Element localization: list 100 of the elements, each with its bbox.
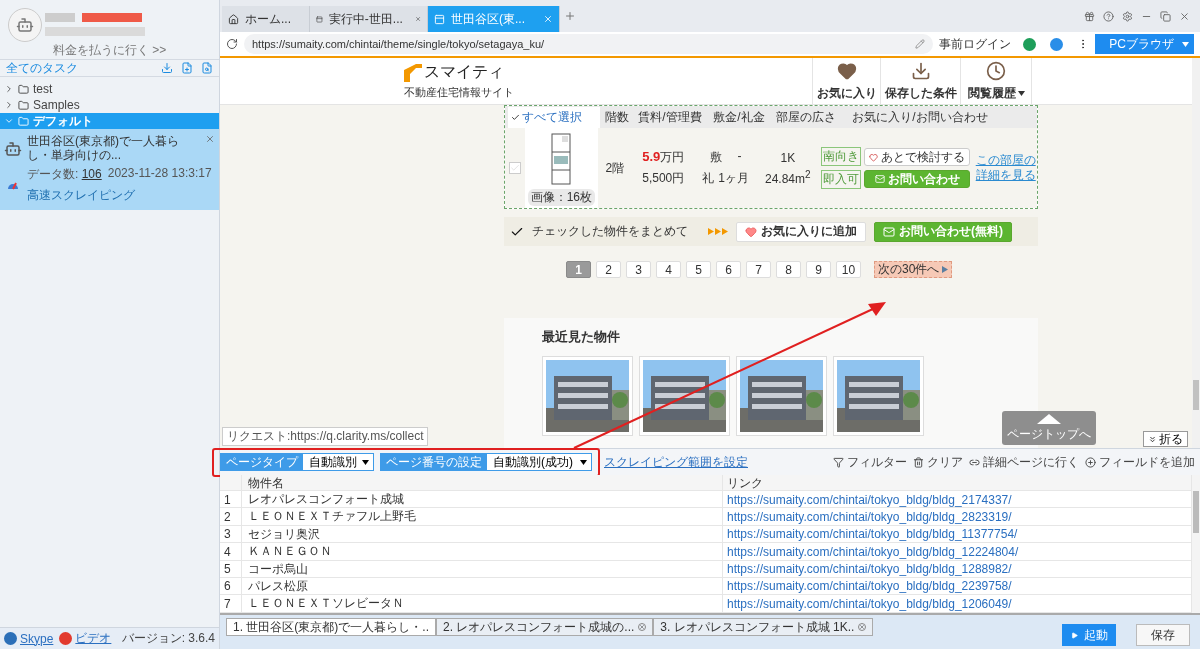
new-task-icon[interactable] xyxy=(181,62,193,74)
save-button[interactable]: 保存 xyxy=(1136,624,1190,646)
folder-icon xyxy=(18,115,29,127)
redaction-bar xyxy=(45,13,75,22)
close-icon[interactable] xyxy=(205,134,215,144)
toolbar-button[interactable]: フィルター xyxy=(832,453,908,471)
close-icon[interactable] xyxy=(414,14,421,24)
extension-icon[interactable] xyxy=(1050,37,1064,51)
trash-icon xyxy=(913,456,924,468)
room-detail-link[interactable]: この部屋の詳細を見る xyxy=(975,153,1037,183)
browser-tab[interactable]: 実行中-世田... xyxy=(310,6,428,32)
pre-login-link[interactable]: 事前ログイン xyxy=(939,35,1012,53)
video-link[interactable]: ビデオ xyxy=(75,630,112,647)
help-icon[interactable] xyxy=(1103,10,1114,22)
browser-tab[interactable]: ホーム... xyxy=(222,6,310,32)
import-icon[interactable] xyxy=(161,62,173,74)
table-cell: ＫＡＮＥＧＯＮ xyxy=(242,543,723,561)
play-icon xyxy=(942,266,949,273)
tab-title: ホーム... xyxy=(245,10,291,28)
home-icon xyxy=(228,13,239,25)
page-button[interactable]: 8 xyxy=(776,261,801,278)
header-nav-item[interactable]: 保存した条件 xyxy=(880,58,960,104)
tab-title: 世田谷区(東... xyxy=(451,10,525,28)
row-number: 3 xyxy=(220,525,242,543)
toolbar-button[interactable]: クリア xyxy=(912,453,964,471)
skype-link[interactable]: Skype xyxy=(20,631,54,646)
add-favorite-button[interactable]: お気に入りに追加 xyxy=(736,221,866,242)
search-task-icon[interactable] xyxy=(201,62,213,74)
skype-icon xyxy=(4,632,17,645)
folder-item[interactable]: Samples xyxy=(0,97,219,113)
key-money-value: 1ヶ月 xyxy=(718,170,749,187)
pencil-icon xyxy=(915,39,926,49)
data-count-label: データ数: xyxy=(27,167,79,181)
area-value: 24.84m$^{2}$ xyxy=(765,168,811,186)
url-field[interactable]: https://sumaity.com/chintai/theme/single/tokyo/setagaya_ku/ xyxy=(244,34,934,54)
mail-icon xyxy=(883,225,895,238)
row-checkbox[interactable] xyxy=(508,162,521,174)
close-icon[interactable] xyxy=(1179,10,1190,22)
new-tab-icon[interactable] xyxy=(564,10,576,22)
header-nav-item[interactable]: お気に入り xyxy=(812,58,880,104)
toolbar-button[interactable]: 詳細ページに行く xyxy=(968,453,1080,471)
scrollbar-thumb[interactable] xyxy=(1193,491,1199,533)
page-button[interactable]: 10 xyxy=(836,261,861,278)
key-money-label: 礼 xyxy=(702,170,715,187)
upgrade-link[interactable]: 料金を払うに行く >> xyxy=(52,42,167,59)
select-all-link[interactable]: すべて選択 xyxy=(508,106,600,128)
page-icon xyxy=(316,13,323,25)
fold-button[interactable]: 折る xyxy=(1143,431,1188,447)
chevrons-icon xyxy=(1148,434,1157,444)
feature-tag: 南向き xyxy=(821,147,862,166)
toolbar-button[interactable]: フィールドを追加 xyxy=(1084,453,1196,471)
row-number: 7 xyxy=(220,595,242,613)
play-icon xyxy=(1070,631,1078,639)
recent-title: 最近見た物件 xyxy=(542,328,621,346)
scraping-range-link[interactable]: スクレイピング範囲を設定 xyxy=(604,453,748,471)
tab-title: 実行中-世田... xyxy=(328,10,403,28)
restore-icon[interactable] xyxy=(1160,10,1171,22)
header-nav-item[interactable]: 閲覧履歴 xyxy=(960,58,1032,104)
extension-icon[interactable] xyxy=(1023,37,1037,51)
deposit-label: 敷 xyxy=(709,149,722,166)
site-logo[interactable]: スマイティ xyxy=(424,62,504,83)
page-button[interactable]: 2 xyxy=(596,261,621,278)
scraping-mode: 高速スクレイピング xyxy=(27,187,135,204)
heart-icon xyxy=(745,225,757,238)
add-icon xyxy=(1085,456,1096,468)
page-button[interactable]: 6 xyxy=(716,261,741,278)
next-page-link[interactable]: 次の30件へ xyxy=(874,261,953,278)
clock-icon xyxy=(986,60,1006,81)
page-button[interactable]: 5 xyxy=(686,261,711,278)
column-header: 部屋の広さ xyxy=(775,108,837,126)
scrollbar-thumb[interactable] xyxy=(1193,380,1199,410)
caret-icon xyxy=(1182,41,1189,47)
table-cell: ＬＥＯＮＥＸＴソレビータＮ xyxy=(242,595,723,613)
gift-icon[interactable] xyxy=(1084,10,1095,22)
close-icon[interactable] xyxy=(638,623,647,631)
heart-icon xyxy=(836,60,857,81)
rent-value: 5.9 xyxy=(642,149,661,164)
heart-icon xyxy=(869,152,879,162)
floor-value: 2階 xyxy=(605,159,625,177)
close-icon[interactable] xyxy=(858,623,867,631)
check-icon xyxy=(511,112,520,122)
settings-icon[interactable] xyxy=(1122,10,1133,22)
column-header: 賃料/管理費 xyxy=(637,108,703,126)
task-card[interactable]: 世田谷区(東京都)で一人暮らし・単身向けの... データ数: 106 2023-11-28 13:3:17 高速スクレイピング xyxy=(0,129,219,210)
image-count: 画像：16枚 xyxy=(527,189,596,206)
speed-gauge-icon xyxy=(7,180,19,190)
mail-icon xyxy=(874,174,885,184)
robot-icon xyxy=(4,140,22,158)
page-button[interactable]: 7 xyxy=(746,261,771,278)
row-number: 2 xyxy=(220,508,242,526)
close-icon[interactable] xyxy=(543,14,553,24)
redaction-bar xyxy=(82,13,142,22)
reload-icon[interactable] xyxy=(226,38,238,50)
column-header: 階数 xyxy=(604,108,630,126)
page-button[interactable]: 3 xyxy=(626,261,651,278)
page-button[interactable]: 9 xyxy=(806,261,831,278)
folder-item[interactable]: test xyxy=(0,81,219,97)
consider-later-button[interactable]: あとで検討する xyxy=(864,148,971,166)
page-button[interactable]: 4 xyxy=(656,261,681,278)
column-header: 敷金/礼金 xyxy=(712,108,766,126)
